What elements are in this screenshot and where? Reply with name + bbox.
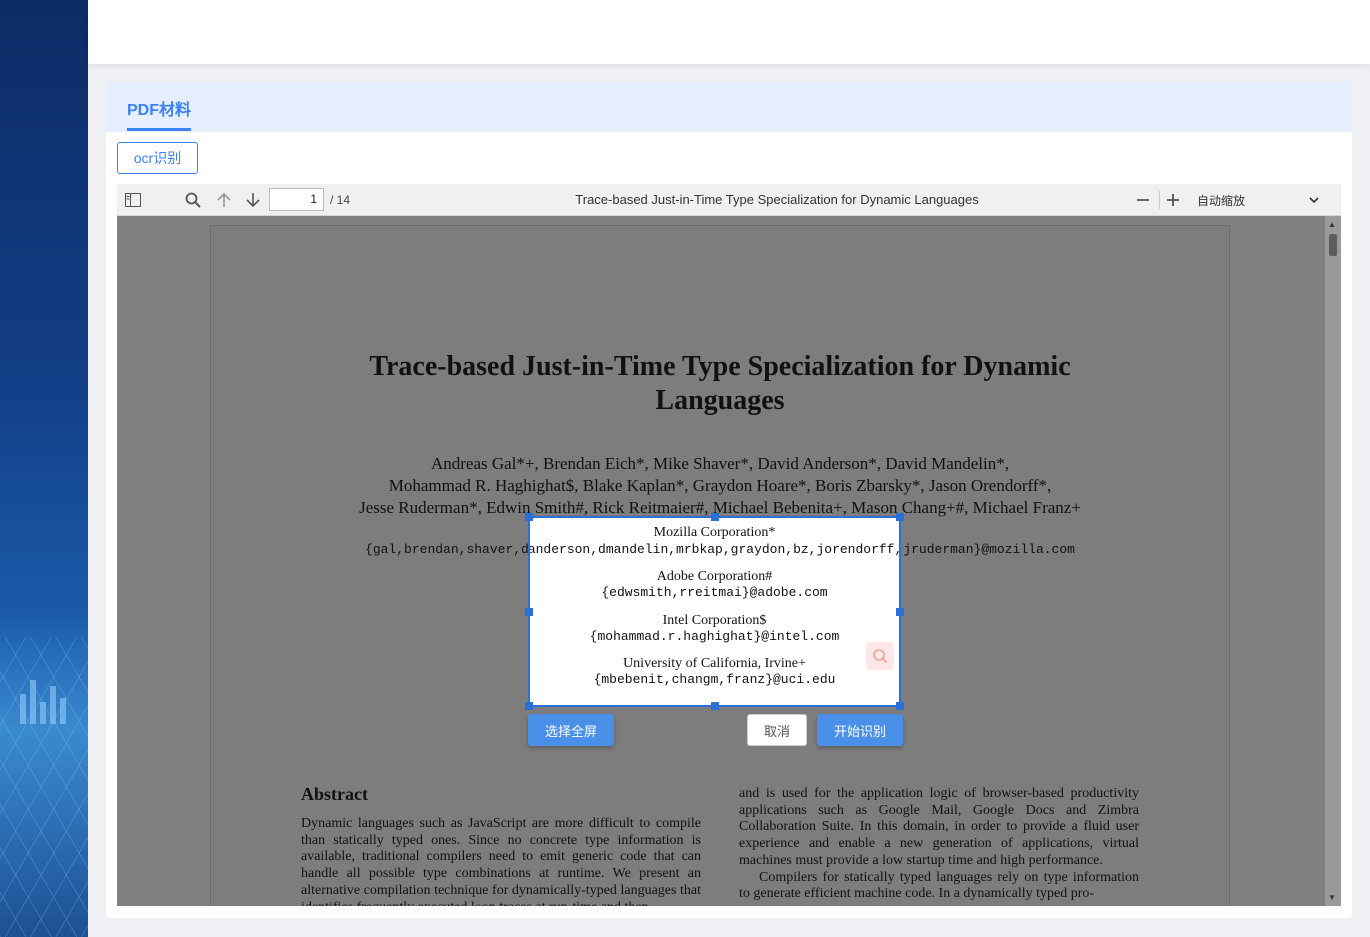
right-column-paragraph-2: Compilers for statically typed languages… bbox=[739, 869, 1139, 902]
sidebar-toggle-icon[interactable] bbox=[121, 184, 145, 216]
crop-mail-3: {mohammad.r.haghighat}@intel.com bbox=[589, 629, 840, 644]
cancel-button[interactable]: 取消 bbox=[747, 714, 807, 746]
zoom-out-icon[interactable] bbox=[1132, 184, 1154, 216]
right-column-paragraph-1: and is used for the application logic of… bbox=[739, 786, 1139, 868]
resize-handle-left[interactable] bbox=[525, 608, 533, 616]
resize-handle-top-left[interactable] bbox=[525, 513, 533, 521]
ocr-selection-box[interactable]: Mozilla Corporation* {gal,brendan,shaver… bbox=[525, 513, 904, 710]
vertical-scrollbar[interactable] bbox=[1325, 216, 1341, 906]
content-card: PDF材料 ocr识别 1 / 14 Trace-based Just-in-T… bbox=[106, 82, 1352, 918]
crop-org-2: Adobe Corporation# bbox=[656, 569, 773, 584]
resize-handle-bottom-right[interactable] bbox=[896, 702, 904, 710]
crop-mail-4: {mbebenit,changm,franz}@uci.edu bbox=[593, 672, 836, 687]
resize-handle-bottom[interactable] bbox=[711, 702, 719, 710]
resize-handle-top[interactable] bbox=[711, 513, 719, 521]
paper-authors: Andreas Gal*+, Brendan Eich*, Mike Shave… bbox=[211, 453, 1229, 519]
search-icon[interactable] bbox=[181, 184, 205, 216]
crop-mail-1: {gal,brendan,shaver,danderson,dmandelin,… bbox=[530, 542, 899, 557]
resize-handle-top-right[interactable] bbox=[896, 513, 904, 521]
resize-handle-bottom-left[interactable] bbox=[525, 702, 533, 710]
pdf-viewer: 1 / 14 Trace-based Just-in-Time Type Spe… bbox=[117, 184, 1341, 906]
resize-handle-right[interactable] bbox=[896, 608, 904, 616]
document-title: Trace-based Just-in-Time Type Specializa… bbox=[575, 192, 979, 207]
start-recognition-button[interactable]: 开始识别 bbox=[817, 714, 903, 746]
left-decorative-panel bbox=[0, 0, 88, 937]
crop-org-4: University of California, Irvine+ bbox=[623, 656, 806, 671]
chevron-down-icon[interactable] bbox=[1309, 193, 1319, 207]
paper-title-line-1: Trace-based Just-in-Time Type Specializa… bbox=[369, 351, 1071, 382]
tab-active-indicator bbox=[127, 128, 191, 131]
crop-org-3: Intel Corporation$ bbox=[662, 613, 767, 628]
scroll-down-arrow-icon[interactable]: ▼ bbox=[1328, 893, 1336, 902]
bar-decoration bbox=[20, 680, 66, 724]
scrollbar-thumb[interactable] bbox=[1329, 234, 1337, 256]
zoom-search-icon[interactable] bbox=[866, 642, 894, 670]
ocr-button[interactable]: ocr识别 bbox=[117, 142, 198, 174]
top-header-bar bbox=[88, 0, 1370, 64]
toolbar-divider bbox=[1159, 191, 1160, 209]
crop-org-1: Mozilla Corporation* bbox=[653, 525, 776, 540]
zoom-in-icon[interactable] bbox=[1162, 184, 1184, 216]
arrow-up-icon[interactable] bbox=[212, 184, 236, 216]
tab-pdf-material[interactable]: PDF材料 bbox=[127, 96, 191, 120]
page-total: / 14 bbox=[330, 193, 351, 207]
select-fullscreen-button[interactable]: 选择全屏 bbox=[528, 714, 614, 746]
paper-title-line-2: Languages bbox=[655, 385, 785, 416]
scroll-up-arrow-icon[interactable]: ▲ bbox=[1328, 220, 1336, 229]
zoom-select[interactable]: 自动缩放 bbox=[1197, 192, 1245, 209]
abstract-text: Dynamic languages such as JavaScript are… bbox=[301, 816, 701, 906]
right-column-text: and is used for the application logic of… bbox=[739, 786, 1139, 903]
authors-line-1: Andreas Gal*+, Brendan Eich*, Mike Shave… bbox=[430, 454, 1010, 473]
page-number-input[interactable]: 1 bbox=[269, 188, 324, 211]
tab-bar: PDF材料 bbox=[106, 82, 1352, 132]
crop-mail-2: {edwsmith,rreitmai}@adobe.com bbox=[601, 585, 828, 600]
abstract-heading: Abstract bbox=[301, 784, 368, 804]
pdf-toolbar: 1 / 14 Trace-based Just-in-Time Type Spe… bbox=[117, 184, 1341, 216]
arrow-down-icon[interactable] bbox=[241, 184, 265, 216]
authors-line-2: Mohammad R. Haghighat$, Blake Kaplan*, G… bbox=[388, 476, 1052, 495]
paper-title: Trace-based Just-in-Time Type Specializa… bbox=[211, 350, 1229, 418]
